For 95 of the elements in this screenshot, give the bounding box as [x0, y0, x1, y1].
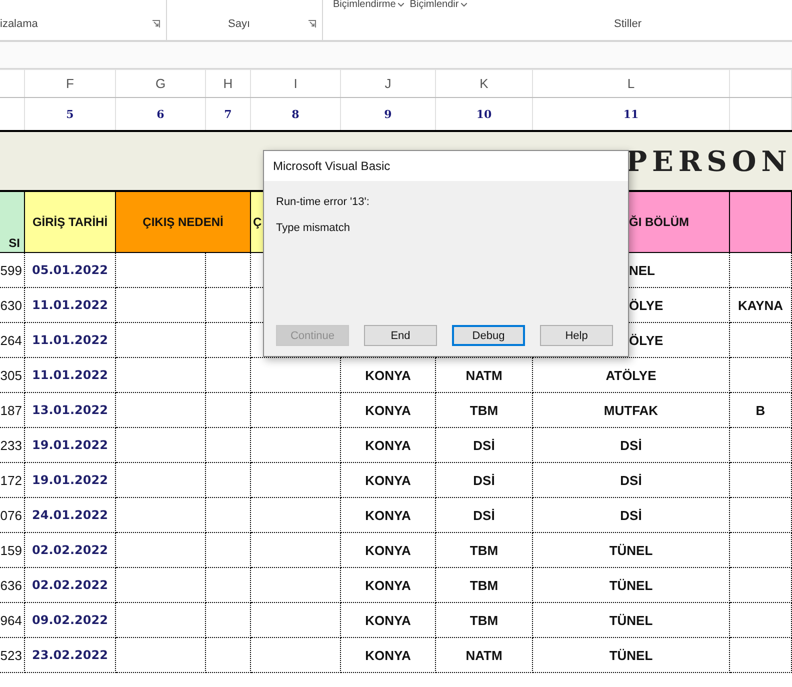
- column-header[interactable]: F: [25, 70, 116, 97]
- table-cell: 23.02.2022: [25, 638, 116, 673]
- table-cell: NATM: [436, 358, 533, 393]
- table-cell: KAYNA: [730, 288, 792, 323]
- table-cell: [730, 568, 792, 603]
- table-cell: KONYA: [341, 463, 436, 498]
- table-cell: ATÖLYE: [533, 358, 730, 393]
- caret-icon: [460, 3, 467, 7]
- table-cell: MUTFAK: [533, 393, 730, 428]
- column-header[interactable]: K: [436, 70, 533, 97]
- column-header[interactable]: I: [251, 70, 341, 97]
- table-cell: 305: [0, 358, 25, 393]
- table-cell: NATM: [436, 638, 533, 673]
- table-cell: KONYA: [341, 638, 436, 673]
- column-header[interactable]: G: [116, 70, 206, 97]
- table-cell: 172: [0, 463, 25, 498]
- caret-icon: [398, 3, 404, 7]
- table-cell: [206, 533, 251, 568]
- table-cell: [206, 393, 251, 428]
- table-cell: 19.01.2022: [25, 463, 116, 498]
- column-header[interactable]: L: [533, 70, 730, 97]
- table-cell: TÜNEL: [533, 603, 730, 638]
- table-cell: TBM: [436, 568, 533, 603]
- table-cell: 19.01.2022: [25, 428, 116, 463]
- table-cell: KONYA: [341, 498, 436, 533]
- ribbon-group-label: Sayı: [228, 18, 250, 30]
- table-cell: KONYA: [341, 393, 436, 428]
- table-cell: [206, 463, 251, 498]
- table-cell: 09.02.2022: [25, 603, 116, 638]
- table-cell: 13.01.2022: [25, 393, 116, 428]
- table-cell: [206, 603, 251, 638]
- table-cell: 02.02.2022: [25, 533, 116, 568]
- table-cell: 187: [0, 393, 25, 428]
- ribbon-dropdown-button[interactable]: Biçimlendir: [410, 0, 467, 10]
- dialog-launcher-icon[interactable]: [308, 20, 316, 28]
- table-header-cell: GİRİŞ TARİHİ: [25, 192, 116, 252]
- table-cell: 264: [0, 323, 25, 358]
- table-cell: TÜNEL: [533, 568, 730, 603]
- dialog-title: Microsoft Visual Basic: [264, 151, 628, 181]
- table-cell: 233: [0, 428, 25, 463]
- dialog-launcher-icon[interactable]: [152, 20, 160, 28]
- table-cell: 11.01.2022: [25, 358, 116, 393]
- table-cell: [730, 638, 792, 673]
- table-cell: [730, 428, 792, 463]
- table-cell: [730, 603, 792, 638]
- table-cell: 964: [0, 603, 25, 638]
- table-cell: [730, 463, 792, 498]
- table-cell: [206, 428, 251, 463]
- table-cell: [730, 358, 792, 393]
- sheet-title: PERSON: [626, 144, 792, 178]
- table-cell: KONYA: [341, 568, 436, 603]
- column-header[interactable]: J: [341, 70, 436, 97]
- table-header-cell: SI: [0, 192, 25, 252]
- ribbon-dropdown-button[interactable]: Biçimlendirme: [333, 0, 404, 10]
- table-cell: [206, 638, 251, 673]
- ribbon-group-label: izalama: [0, 18, 38, 30]
- table-cell: [206, 358, 251, 393]
- table-cell: 05.01.2022: [25, 253, 116, 288]
- table-cell: 11.01.2022: [25, 323, 116, 358]
- table-cell: DSİ: [436, 498, 533, 533]
- table-cell: 24.01.2022: [25, 498, 116, 533]
- table-cell: DSİ: [533, 463, 730, 498]
- dialog-button[interactable]: End: [364, 325, 437, 346]
- dialog-button[interactable]: Debug: [452, 325, 525, 346]
- table-cell: KONYA: [341, 428, 436, 463]
- table-cell: 630: [0, 288, 25, 323]
- table-cell: 599: [0, 253, 25, 288]
- table-cell: DSİ: [533, 428, 730, 463]
- table-header-cell: ÇIKIŞ NEDENİ: [116, 192, 251, 252]
- table-cell: TÜNEL: [533, 638, 730, 673]
- table-cell: 076: [0, 498, 25, 533]
- dialog-button[interactable]: Help: [540, 325, 613, 346]
- table-cell: [730, 498, 792, 533]
- table-cell: KONYA: [341, 358, 436, 393]
- table-cell: 636: [0, 568, 25, 603]
- table-cell: [730, 323, 792, 358]
- column-header[interactable]: H: [206, 70, 251, 97]
- table-cell: 11.01.2022: [25, 288, 116, 323]
- table-cell: 159: [0, 533, 25, 568]
- table-cell: KONYA: [341, 533, 436, 568]
- table-cell: DSİ: [436, 428, 533, 463]
- table-cell: DSİ: [436, 463, 533, 498]
- table-cell: TBM: [436, 533, 533, 568]
- table-cell: [206, 498, 251, 533]
- table-cell: DSİ: [533, 498, 730, 533]
- table-cell: [730, 533, 792, 568]
- table-cell: 02.02.2022: [25, 568, 116, 603]
- table-cell: [206, 568, 251, 603]
- table-cell: TÜNEL: [533, 533, 730, 568]
- table-cell: B: [730, 393, 792, 428]
- ribbon-group-label: Stiller: [614, 18, 642, 30]
- table-cell: 523: [0, 638, 25, 673]
- table-cell: KONYA: [341, 603, 436, 638]
- table-cell: TBM: [436, 393, 533, 428]
- table-cell: TBM: [436, 603, 533, 638]
